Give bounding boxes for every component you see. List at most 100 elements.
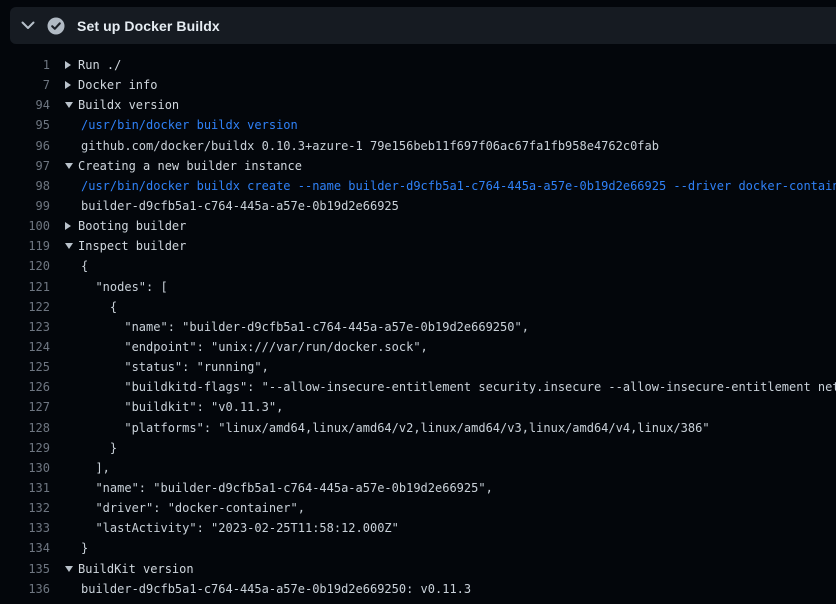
line-number[interactable]: 127 — [0, 397, 50, 417]
log-line: 133 "lastActivity": "2023-02-25T11:58:12… — [0, 518, 836, 538]
expand-arrow-icon — [65, 61, 78, 69]
line-number[interactable]: 123 — [0, 317, 50, 337]
collapse-arrow-icon — [65, 163, 78, 169]
log-group-title: Booting builder — [78, 216, 186, 236]
log-viewer: Set up Docker Buildx 1 Run ./ 7 Docker info… — [0, 0, 836, 604]
log-output-text: { — [50, 256, 88, 276]
collapse-arrow-icon — [65, 243, 78, 249]
line-number[interactable]: 97 — [0, 156, 50, 176]
line-number[interactable]: 119 — [0, 236, 50, 256]
log-line: 130 ], — [0, 458, 836, 478]
line-number[interactable]: 120 — [0, 256, 50, 276]
log-line: 98/usr/bin/docker buildx create --name b… — [0, 176, 836, 196]
line-number[interactable]: 132 — [0, 498, 50, 518]
log-line: 126 "buildkitd-flags": "--allow-insecure… — [0, 377, 836, 397]
log-output-text: "platforms": "linux/amd64,linux/amd64/v2… — [50, 418, 710, 438]
log-line[interactable]: 94 Buildx version — [0, 95, 836, 115]
log-line: 131 "name": "builder-d9cfb5a1-c764-445a-… — [0, 478, 836, 498]
log-group-title: Run ./ — [78, 55, 121, 75]
log-output-text: "buildkitd-flags": "--allow-insecure-ent… — [50, 377, 836, 397]
log-output-text: "name": "builder-d9cfb5a1-c764-445a-a57e… — [50, 317, 529, 337]
log-group-title: Creating a new builder instance — [78, 156, 302, 176]
check-circle-icon — [47, 17, 65, 35]
line-number[interactable]: 122 — [0, 297, 50, 317]
log-line: 121 "nodes": [ — [0, 277, 836, 297]
log-line: 122 { — [0, 297, 836, 317]
log-command-text: /usr/bin/docker buildx version — [50, 115, 298, 135]
line-number[interactable]: 95 — [0, 115, 50, 135]
log-output-text: } — [50, 438, 117, 458]
log-command-text: /usr/bin/docker buildx create --name bui… — [50, 176, 836, 196]
log-output-text: github.com/docker/buildx 0.10.3+azure-1 … — [50, 136, 659, 156]
log-line: 134} — [0, 538, 836, 558]
line-number[interactable]: 7 — [0, 75, 50, 95]
line-number[interactable]: 130 — [0, 458, 50, 478]
collapse-arrow-icon — [65, 566, 78, 572]
log-output-text: "buildkit": "v0.11.3", — [50, 397, 283, 417]
log-line: 136builder-d9cfb5a1-c764-445a-a57e-0b19d… — [0, 579, 836, 599]
log-group-title: BuildKit version — [78, 559, 194, 579]
collapse-arrow-icon — [65, 102, 78, 108]
line-number[interactable]: 131 — [0, 478, 50, 498]
log-output-text: "status": "running", — [50, 357, 269, 377]
log-group-toggle[interactable]: BuildKit version — [50, 559, 194, 579]
log-output-text: builder-d9cfb5a1-c764-445a-a57e-0b19d2e6… — [50, 579, 471, 599]
log-line: 120{ — [0, 256, 836, 276]
log-group-title: Buildx version — [78, 95, 179, 115]
log-group-toggle[interactable]: Creating a new builder instance — [50, 156, 302, 176]
line-number[interactable]: 134 — [0, 538, 50, 558]
line-number[interactable]: 136 — [0, 579, 50, 599]
line-number[interactable]: 96 — [0, 136, 50, 156]
log-container: 1Run ./7Docker info94Buildx version95/us… — [0, 55, 836, 604]
log-line[interactable]: 119 Inspect builder — [0, 236, 836, 256]
log-output-text: { — [50, 297, 117, 317]
log-line: 96github.com/docker/buildx 0.10.3+azure-… — [0, 136, 836, 156]
line-number[interactable]: 100 — [0, 216, 50, 236]
log-group-title: Docker info — [78, 75, 157, 95]
expand-arrow-icon — [65, 222, 78, 230]
chevron-down-icon — [16, 14, 40, 38]
line-number[interactable]: 126 — [0, 377, 50, 397]
log-output-text: ], — [50, 458, 110, 478]
line-number[interactable]: 121 — [0, 277, 50, 297]
line-number[interactable]: 124 — [0, 337, 50, 357]
log-group-toggle[interactable]: Inspect builder — [50, 236, 186, 256]
log-output-text: "nodes": [ — [50, 277, 168, 297]
line-number[interactable]: 133 — [0, 518, 50, 538]
line-number[interactable]: 135 — [0, 559, 50, 579]
log-line: 124 "endpoint": "unix:///var/run/docker.… — [0, 337, 836, 357]
log-output-text: "lastActivity": "2023-02-25T11:58:12.000… — [50, 518, 399, 538]
step-header[interactable]: Set up Docker Buildx — [10, 7, 836, 44]
log-group-toggle[interactable]: Run ./ — [50, 55, 121, 75]
expand-arrow-icon — [65, 81, 78, 89]
log-line[interactable]: 1 Run ./ — [0, 55, 836, 75]
log-line: 125 "status": "running", — [0, 357, 836, 377]
log-group-toggle[interactable]: Docker info — [50, 75, 157, 95]
log-group-toggle[interactable]: Booting builder — [50, 216, 186, 236]
log-line: 123 "name": "builder-d9cfb5a1-c764-445a-… — [0, 317, 836, 337]
line-number[interactable]: 99 — [0, 196, 50, 216]
line-number[interactable]: 128 — [0, 418, 50, 438]
log-line[interactable]: 135 BuildKit version — [0, 559, 836, 579]
log-output-text: "name": "builder-d9cfb5a1-c764-445a-a57e… — [50, 478, 493, 498]
line-number[interactable]: 1 — [0, 55, 50, 75]
line-number[interactable]: 129 — [0, 438, 50, 458]
log-line[interactable]: 97 Creating a new builder instance — [0, 156, 836, 176]
log-line: 128 "platforms": "linux/amd64,linux/amd6… — [0, 418, 836, 438]
log-line: 132 "driver": "docker-container", — [0, 498, 836, 518]
log-output-text: "endpoint": "unix:///var/run/docker.sock… — [50, 337, 428, 357]
line-number[interactable]: 98 — [0, 176, 50, 196]
log-line: 99builder-d9cfb5a1-c764-445a-a57e-0b19d2… — [0, 196, 836, 216]
log-group-title: Inspect builder — [78, 236, 186, 256]
log-group-toggle[interactable]: Buildx version — [50, 95, 179, 115]
line-number[interactable]: 94 — [0, 95, 50, 115]
log-line: 127 "buildkit": "v0.11.3", — [0, 397, 836, 417]
log-line: 95/usr/bin/docker buildx version — [0, 115, 836, 135]
step-title: Set up Docker Buildx — [77, 18, 220, 34]
log-line[interactable]: 100 Booting builder — [0, 216, 836, 236]
log-output-text: "driver": "docker-container", — [50, 498, 305, 518]
log-output-text: builder-d9cfb5a1-c764-445a-a57e-0b19d2e6… — [50, 196, 399, 216]
line-number[interactable]: 125 — [0, 357, 50, 377]
log-output-text: } — [50, 538, 88, 558]
log-line[interactable]: 7 Docker info — [0, 75, 836, 95]
